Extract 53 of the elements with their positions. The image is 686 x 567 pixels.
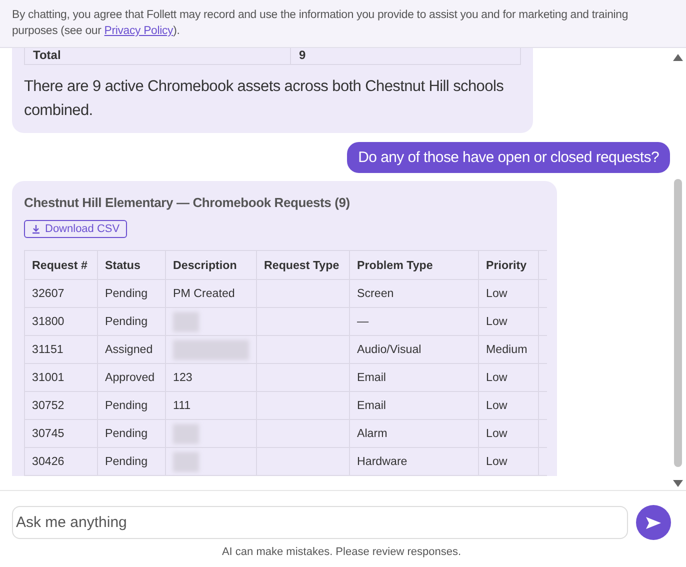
table-cell: Medium <box>478 336 538 364</box>
download-csv-button[interactable]: Download CSV <box>24 220 127 238</box>
download-icon <box>31 224 41 234</box>
table-cell: Low <box>478 308 538 336</box>
send-icon <box>646 516 661 529</box>
table-cell: Low <box>478 420 538 448</box>
table-cell: 30752 <box>24 392 98 420</box>
table-cell: Low <box>478 448 538 476</box>
table-cell: 30426 <box>24 448 98 476</box>
privacy-policy-link[interactable]: Privacy Policy <box>104 25 174 37</box>
user-message: Do any of those have open or closed requests? <box>347 142 670 173</box>
table-cell: Pending <box>98 420 166 448</box>
consent-notice: By chatting, you agree that Follett may record and use the information you provide to assist you and for marketing and training purposes (see our Privacy Policy). <box>12 8 630 39</box>
table-cell: 31001 <box>24 364 98 392</box>
column-header: Request Type <box>256 250 350 280</box>
table-cell: 9 <box>290 48 520 64</box>
table-cell: Audio/Visual <box>350 336 478 364</box>
table-cell: 31800 <box>24 308 98 336</box>
send-button[interactable] <box>636 505 671 540</box>
table-cell: Low <box>478 280 538 308</box>
table-cell: Pending <box>98 392 166 420</box>
table-cell: Low <box>478 364 538 392</box>
table-cell: 30745 <box>24 420 98 448</box>
table-cell: Pending <box>98 280 166 308</box>
table-cell: — <box>350 308 478 336</box>
table-cell: 31151 <box>24 336 98 364</box>
scroll-down-arrow-icon[interactable] <box>673 480 683 488</box>
table-cell: Approved <box>98 364 166 392</box>
table-cell: Screen <box>350 280 478 308</box>
table-cell: Pending <box>98 308 166 336</box>
column-header: Priority <box>478 250 538 280</box>
message-input[interactable]: Ask me anything <box>12 506 628 540</box>
column-header: Problem Type <box>350 250 478 280</box>
table-cell: 32607 <box>24 280 98 308</box>
report-title: Chestnut Hill Elementary — Chromebook Requests (9) <box>24 195 351 210</box>
column-header: Request # <box>24 250 98 280</box>
scroll-up-arrow-icon[interactable] <box>673 54 683 61</box>
disclaimer-text: AI can make mistakes. Please review responses. <box>220 546 462 558</box>
column-header: Description <box>166 250 256 280</box>
table-cell: Email <box>350 364 478 392</box>
column-header: Status <box>98 250 166 280</box>
table-cell: Assigned <box>98 336 166 364</box>
table-cell: Alarm <box>350 420 478 448</box>
table-cell: Email <box>350 392 478 420</box>
message-text: There are 9 active Chromebook assets across both Chestnut Hill schools combined. <box>24 77 505 121</box>
table-cell: Low <box>478 392 538 420</box>
table-cell: Hardware <box>350 448 478 476</box>
table-cell: Pending <box>98 448 166 476</box>
table-cell: 123 <box>166 364 256 392</box>
table-cell-text: Total <box>32 48 62 64</box>
table-cell: 111 <box>166 392 256 420</box>
table-cell: PM Created <box>166 280 256 308</box>
scrollbar-thumb[interactable] <box>674 179 682 467</box>
